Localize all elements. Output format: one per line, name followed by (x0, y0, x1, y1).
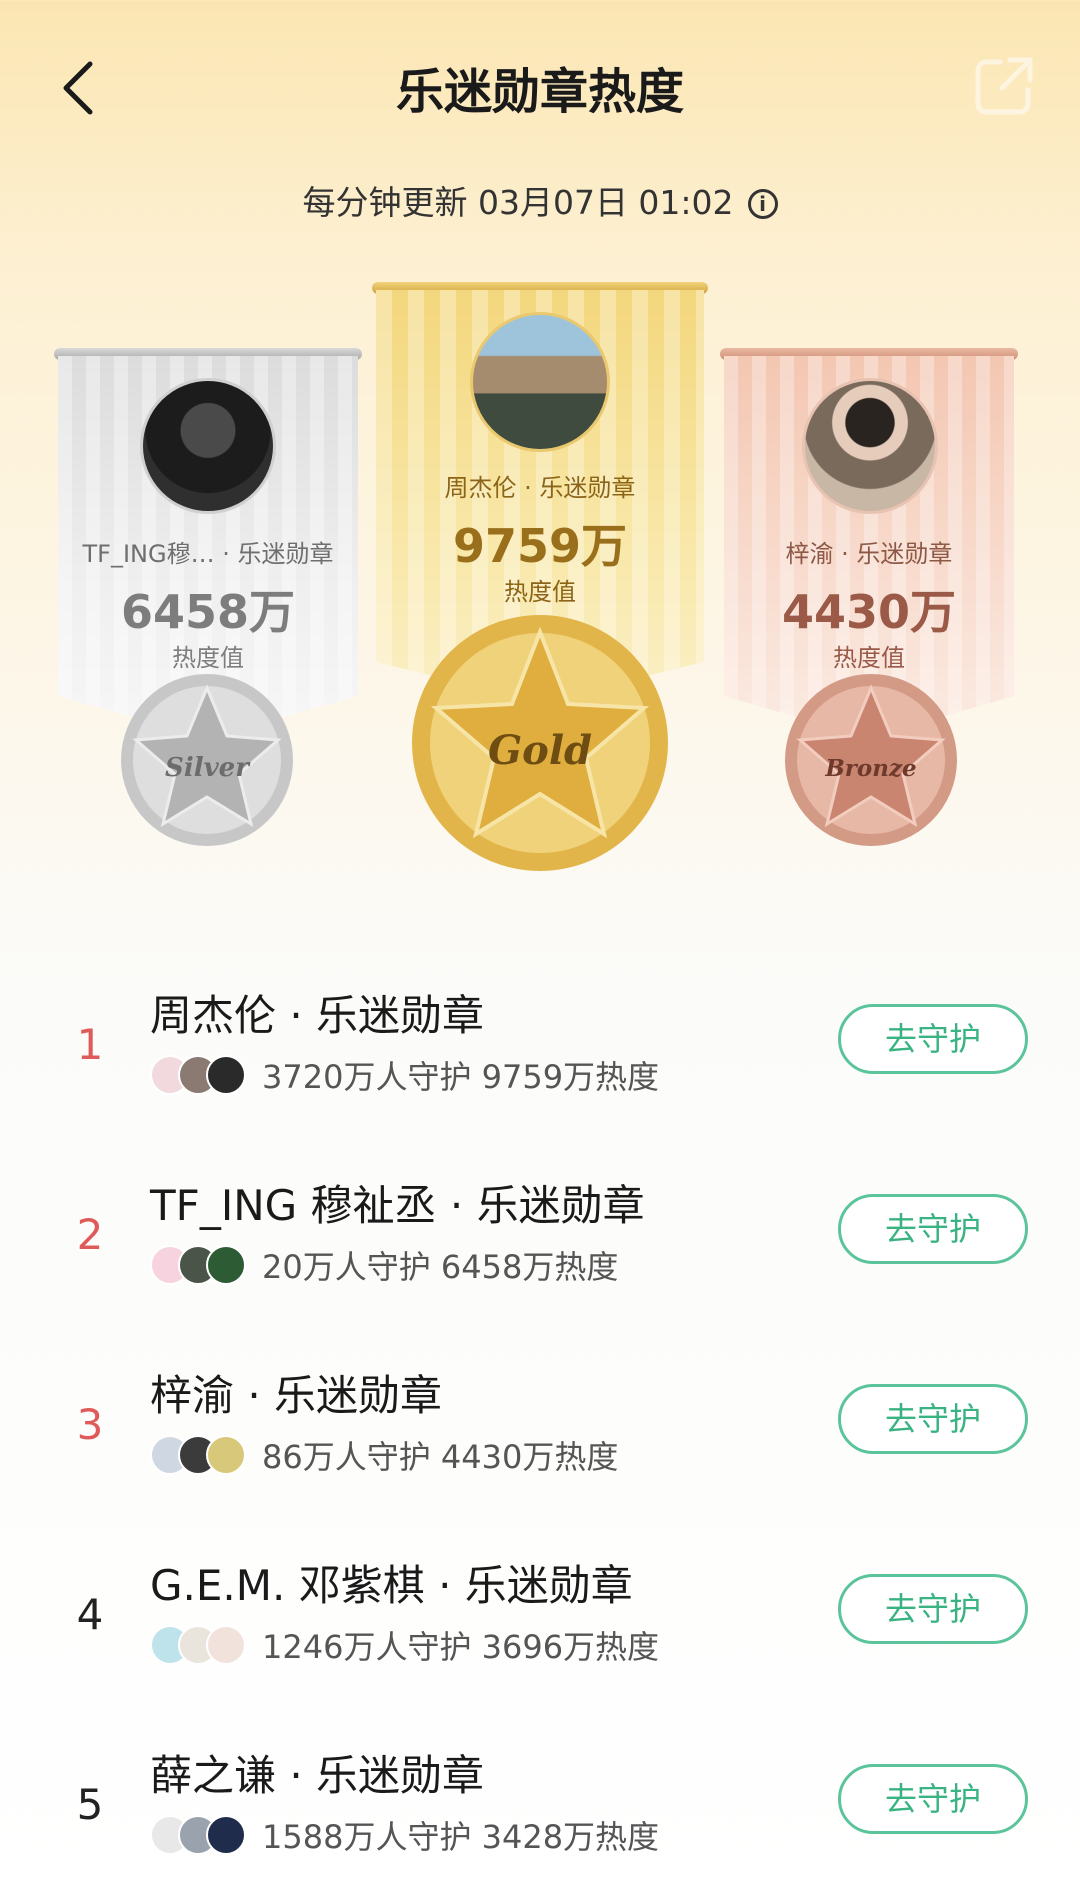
avatar (140, 378, 276, 514)
avatar (206, 1435, 246, 1475)
avatar (206, 1815, 246, 1855)
guard-button[interactable]: 去守护 (838, 1764, 1028, 1834)
item-stats: 3720万人守护 9759万热度 (262, 1058, 660, 1096)
rank-number: 1 (76, 1020, 104, 1069)
banner-unit: 热度值 (504, 578, 576, 606)
avatar (206, 1055, 246, 1095)
banner-unit: 热度值 (833, 644, 905, 672)
medal-label: Bronze (824, 755, 916, 782)
rank-number: 2 (76, 1210, 104, 1259)
item-subline: 20万人守护 6458万热度 (150, 1240, 618, 1290)
item-subline: 1588万人守护 3428万热度 (150, 1810, 659, 1860)
medal-label: Silver (165, 753, 251, 783)
podium: TF_ING穆… · 乐迷勋章 6458万 热度值 梓渝 · 乐迷勋章 4430… (0, 0, 1080, 900)
rank-number: 4 (76, 1590, 104, 1639)
avatar (206, 1245, 246, 1285)
silver-medal-icon: Silver (121, 674, 293, 846)
banner-value: 4430万 (781, 585, 957, 639)
item-subline: 3720万人守护 9759万热度 (150, 1050, 659, 1100)
avatar (206, 1625, 246, 1665)
guard-button[interactable]: 去守护 (838, 1004, 1028, 1074)
list-item[interactable]: 2 TF_ING 穆祉丞 · 乐迷勋章 20万人守护 6458万热度 去守护 (0, 1150, 1080, 1340)
medal-label: Gold (488, 727, 592, 774)
item-stats: 1246万人守护 3696万热度 (262, 1628, 660, 1666)
item-name: G.E.M. 邓紫棋 · 乐迷勋章 (150, 1561, 633, 1610)
guard-button[interactable]: 去守护 (838, 1574, 1028, 1644)
banner-name: TF_ING穆… · 乐迷勋章 (82, 540, 334, 568)
guard-button[interactable]: 去守护 (838, 1194, 1028, 1264)
item-subline: 86万人守护 4430万热度 (150, 1430, 618, 1480)
guard-button[interactable]: 去守护 (838, 1384, 1028, 1454)
rank-number: 5 (76, 1780, 104, 1829)
banner-unit: 热度值 (172, 644, 244, 672)
rank-number: 3 (76, 1400, 104, 1449)
guardian-avatars (150, 1623, 250, 1667)
banner-value: 9759万 (452, 519, 628, 573)
item-stats: 86万人守护 4430万热度 (262, 1438, 619, 1476)
list-item[interactable]: 4 G.E.M. 邓紫棋 · 乐迷勋章 1246万人守护 3696万热度 去守护 (0, 1530, 1080, 1720)
guardian-avatars (150, 1053, 250, 1097)
item-stats: 20万人守护 6458万热度 (262, 1248, 619, 1286)
list-item[interactable]: 3 梓渝 · 乐迷勋章 86万人守护 4430万热度 去守护 (0, 1340, 1080, 1530)
gold-medal-icon: Gold (412, 615, 668, 871)
item-name: TF_ING 穆祉丞 · 乐迷勋章 (150, 1181, 645, 1230)
item-stats: 1588万人守护 3428万热度 (262, 1818, 660, 1856)
list-item[interactable]: 5 薛之谦 · 乐迷勋章 1588万人守护 3428万热度 去守护 (0, 1720, 1080, 1904)
avatar (470, 312, 610, 452)
item-subline: 1246万人守护 3696万热度 (150, 1620, 659, 1670)
item-name: 周杰伦 · 乐迷勋章 (150, 991, 485, 1040)
bronze-medal-icon: Bronze (785, 674, 957, 846)
guardian-avatars (150, 1813, 250, 1857)
banner-value: 6458万 (120, 585, 296, 639)
guardian-avatars (150, 1433, 250, 1477)
list-item[interactable]: 1 周杰伦 · 乐迷勋章 3720万人守护 9759万热度 去守护 (0, 960, 1080, 1150)
banner-name: 周杰伦 · 乐迷勋章 (444, 474, 636, 502)
banner-name: 梓渝 · 乐迷勋章 (785, 540, 953, 568)
avatar (802, 378, 938, 514)
item-name: 梓渝 · 乐迷勋章 (150, 1371, 443, 1420)
guardian-avatars (150, 1243, 250, 1287)
item-name: 薛之谦 · 乐迷勋章 (150, 1751, 485, 1800)
